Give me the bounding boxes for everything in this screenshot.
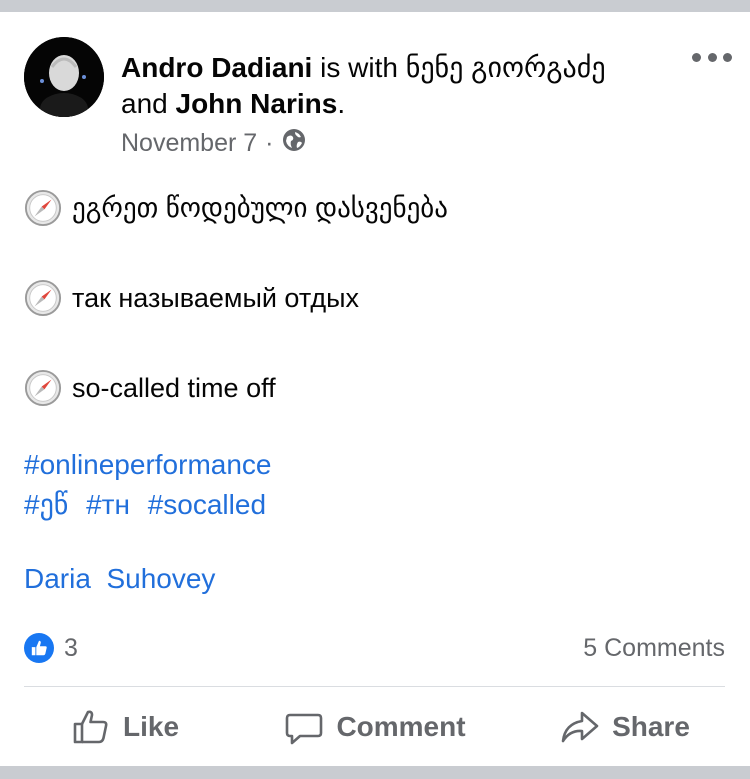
and-text: and	[121, 88, 176, 119]
like-label: Like	[122, 711, 180, 742]
thumbs-up-icon	[73, 710, 108, 744]
like-reaction-icon	[24, 633, 54, 663]
compass-icon	[24, 369, 62, 407]
compass-icon	[24, 279, 62, 317]
with-text: is with	[312, 52, 406, 83]
meta-separator: ·	[265, 129, 274, 157]
more-dot-icon	[692, 52, 701, 62]
share-button[interactable]: Share	[500, 692, 750, 762]
tagged-people: Daria Suhovey	[24, 563, 724, 595]
post-actions: Like Comment Share	[0, 692, 750, 762]
period-text: .	[337, 88, 346, 119]
more-options-button[interactable]	[692, 40, 732, 74]
post-header: Andro Dadiani is with ნენე გიორგაძე and …	[121, 50, 681, 122]
post-line: ეგრეთ წოდებული დასვენება	[24, 187, 724, 229]
reactions-summary[interactable]: 3	[24, 633, 78, 663]
like-button[interactable]: Like	[0, 692, 250, 762]
more-dot-icon	[723, 52, 732, 62]
compass-icon	[24, 189, 62, 227]
top-separator	[0, 0, 750, 12]
post-meta: November 7 ·	[121, 128, 306, 159]
author-name-link[interactable]: Andro Dadiani	[121, 52, 312, 83]
post-line-text: так называемый отдых	[72, 282, 359, 313]
share-label: Share	[612, 711, 690, 742]
likes-count: 3	[64, 633, 78, 662]
post-stats: 3 5 Comments	[24, 628, 725, 668]
comment-button[interactable]: Comment	[250, 692, 500, 762]
hashtag-link[interactable]: #ეწ	[24, 489, 68, 520]
tagged-friend-2-link[interactable]: John Narins	[176, 88, 338, 119]
tagged-person-link[interactable]: Daria Suhovey	[24, 563, 215, 594]
tagged-friend-1-link[interactable]: ნენე გიორგაძე	[406, 52, 606, 83]
hashtag-link[interactable]: #onlineperformance	[24, 449, 272, 480]
hashtags-block: #onlineperformance #ეწ #тн #socalled	[24, 445, 724, 525]
comment-bubble-icon	[286, 713, 323, 745]
bottom-separator	[0, 766, 750, 779]
hashtag-link[interactable]: #socalled	[148, 489, 266, 520]
hashtag-link[interactable]: #тн	[86, 489, 130, 520]
post-date[interactable]: November 7	[121, 129, 257, 158]
post-line: так называемый отдых	[24, 277, 724, 319]
author-avatar[interactable]	[24, 37, 104, 117]
share-arrow-icon	[561, 711, 599, 743]
comment-label: Comment	[336, 711, 466, 742]
post-line: so-called time off	[24, 367, 724, 409]
post-line-text: so-called time off	[72, 372, 276, 403]
globe-icon	[282, 128, 306, 159]
actions-divider	[24, 686, 725, 687]
more-dot-icon	[707, 52, 717, 62]
post-body: ეგრეთ წოდებული დასვენება так называемый …	[24, 187, 724, 595]
post-line-text: ეგრეთ წოდებული დასვენება	[72, 192, 448, 223]
comments-count[interactable]: 5 Comments	[583, 634, 725, 663]
